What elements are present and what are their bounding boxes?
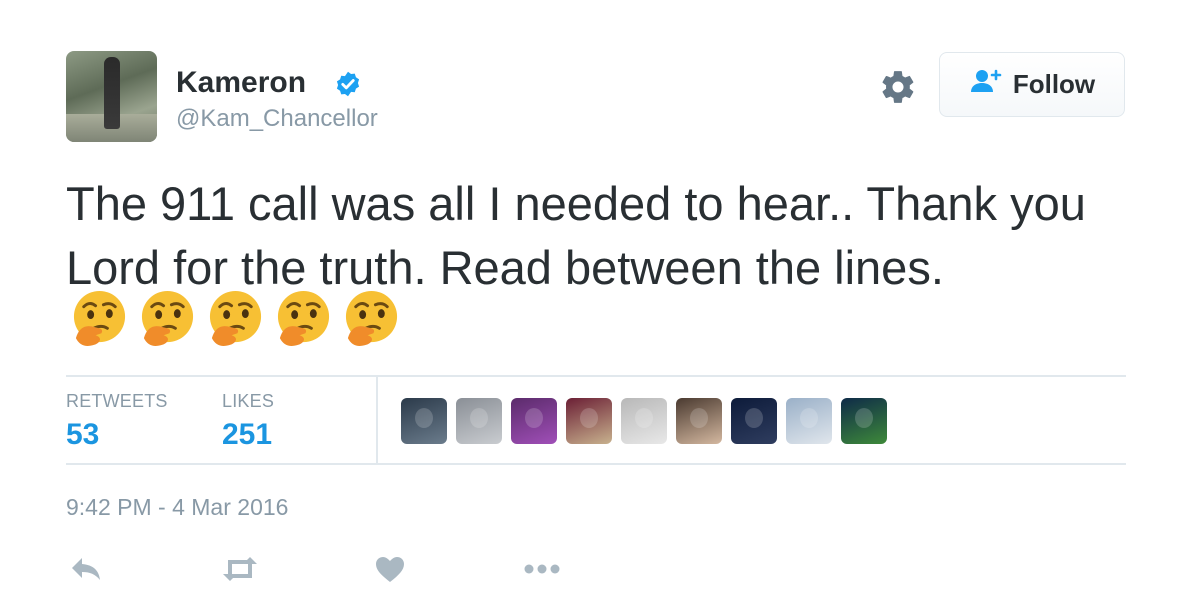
author-avatar[interactable] — [66, 51, 157, 142]
avatar-photo-figure — [104, 57, 120, 129]
stats-top-divider — [66, 375, 1126, 377]
like-icon[interactable] — [375, 556, 405, 588]
verified-badge-icon — [334, 70, 362, 103]
author-handle[interactable]: @Kam_Chancellor — [176, 105, 378, 133]
follow-button[interactable]: Follow — [939, 52, 1125, 117]
stats-bottom-divider — [66, 463, 1126, 465]
retweets-count[interactable]: 53 — [66, 418, 99, 452]
tweet-timestamp[interactable]: 9:42 PM - 4 Mar 2016 — [66, 494, 288, 521]
liker-avatar[interactable] — [731, 398, 777, 444]
liker-avatar[interactable] — [841, 398, 887, 444]
retweet-icon[interactable] — [220, 556, 260, 587]
liker-avatar[interactable] — [566, 398, 612, 444]
likes-label: LIKES — [222, 391, 275, 411]
liker-avatars — [401, 398, 887, 444]
follow-user-icon — [969, 68, 1003, 101]
author-name[interactable]: Kameron — [176, 66, 306, 100]
liker-avatar[interactable] — [676, 398, 722, 444]
thinking-face-icon — [342, 289, 401, 353]
reply-icon[interactable] — [70, 556, 102, 587]
gear-icon[interactable] — [879, 68, 917, 111]
follow-button-label: Follow — [1012, 69, 1096, 99]
liker-avatar[interactable] — [511, 398, 557, 444]
thinking-face-icon — [274, 289, 333, 353]
likes-count[interactable]: 251 — [222, 418, 272, 452]
emoji-row — [70, 289, 401, 353]
liker-avatar[interactable] — [621, 398, 667, 444]
retweets-label: RETWEETS — [66, 391, 168, 411]
liker-avatar[interactable] — [786, 398, 832, 444]
thinking-face-icon — [138, 289, 197, 353]
thinking-face-icon — [206, 289, 265, 353]
more-icon[interactable] — [523, 562, 561, 580]
thinking-face-icon — [70, 289, 129, 353]
stats-vertical-divider — [376, 376, 378, 464]
liker-avatar[interactable] — [456, 398, 502, 444]
liker-avatar[interactable] — [401, 398, 447, 444]
tweet-text: The 911 call was all I needed to hear.. … — [66, 177, 1086, 294]
